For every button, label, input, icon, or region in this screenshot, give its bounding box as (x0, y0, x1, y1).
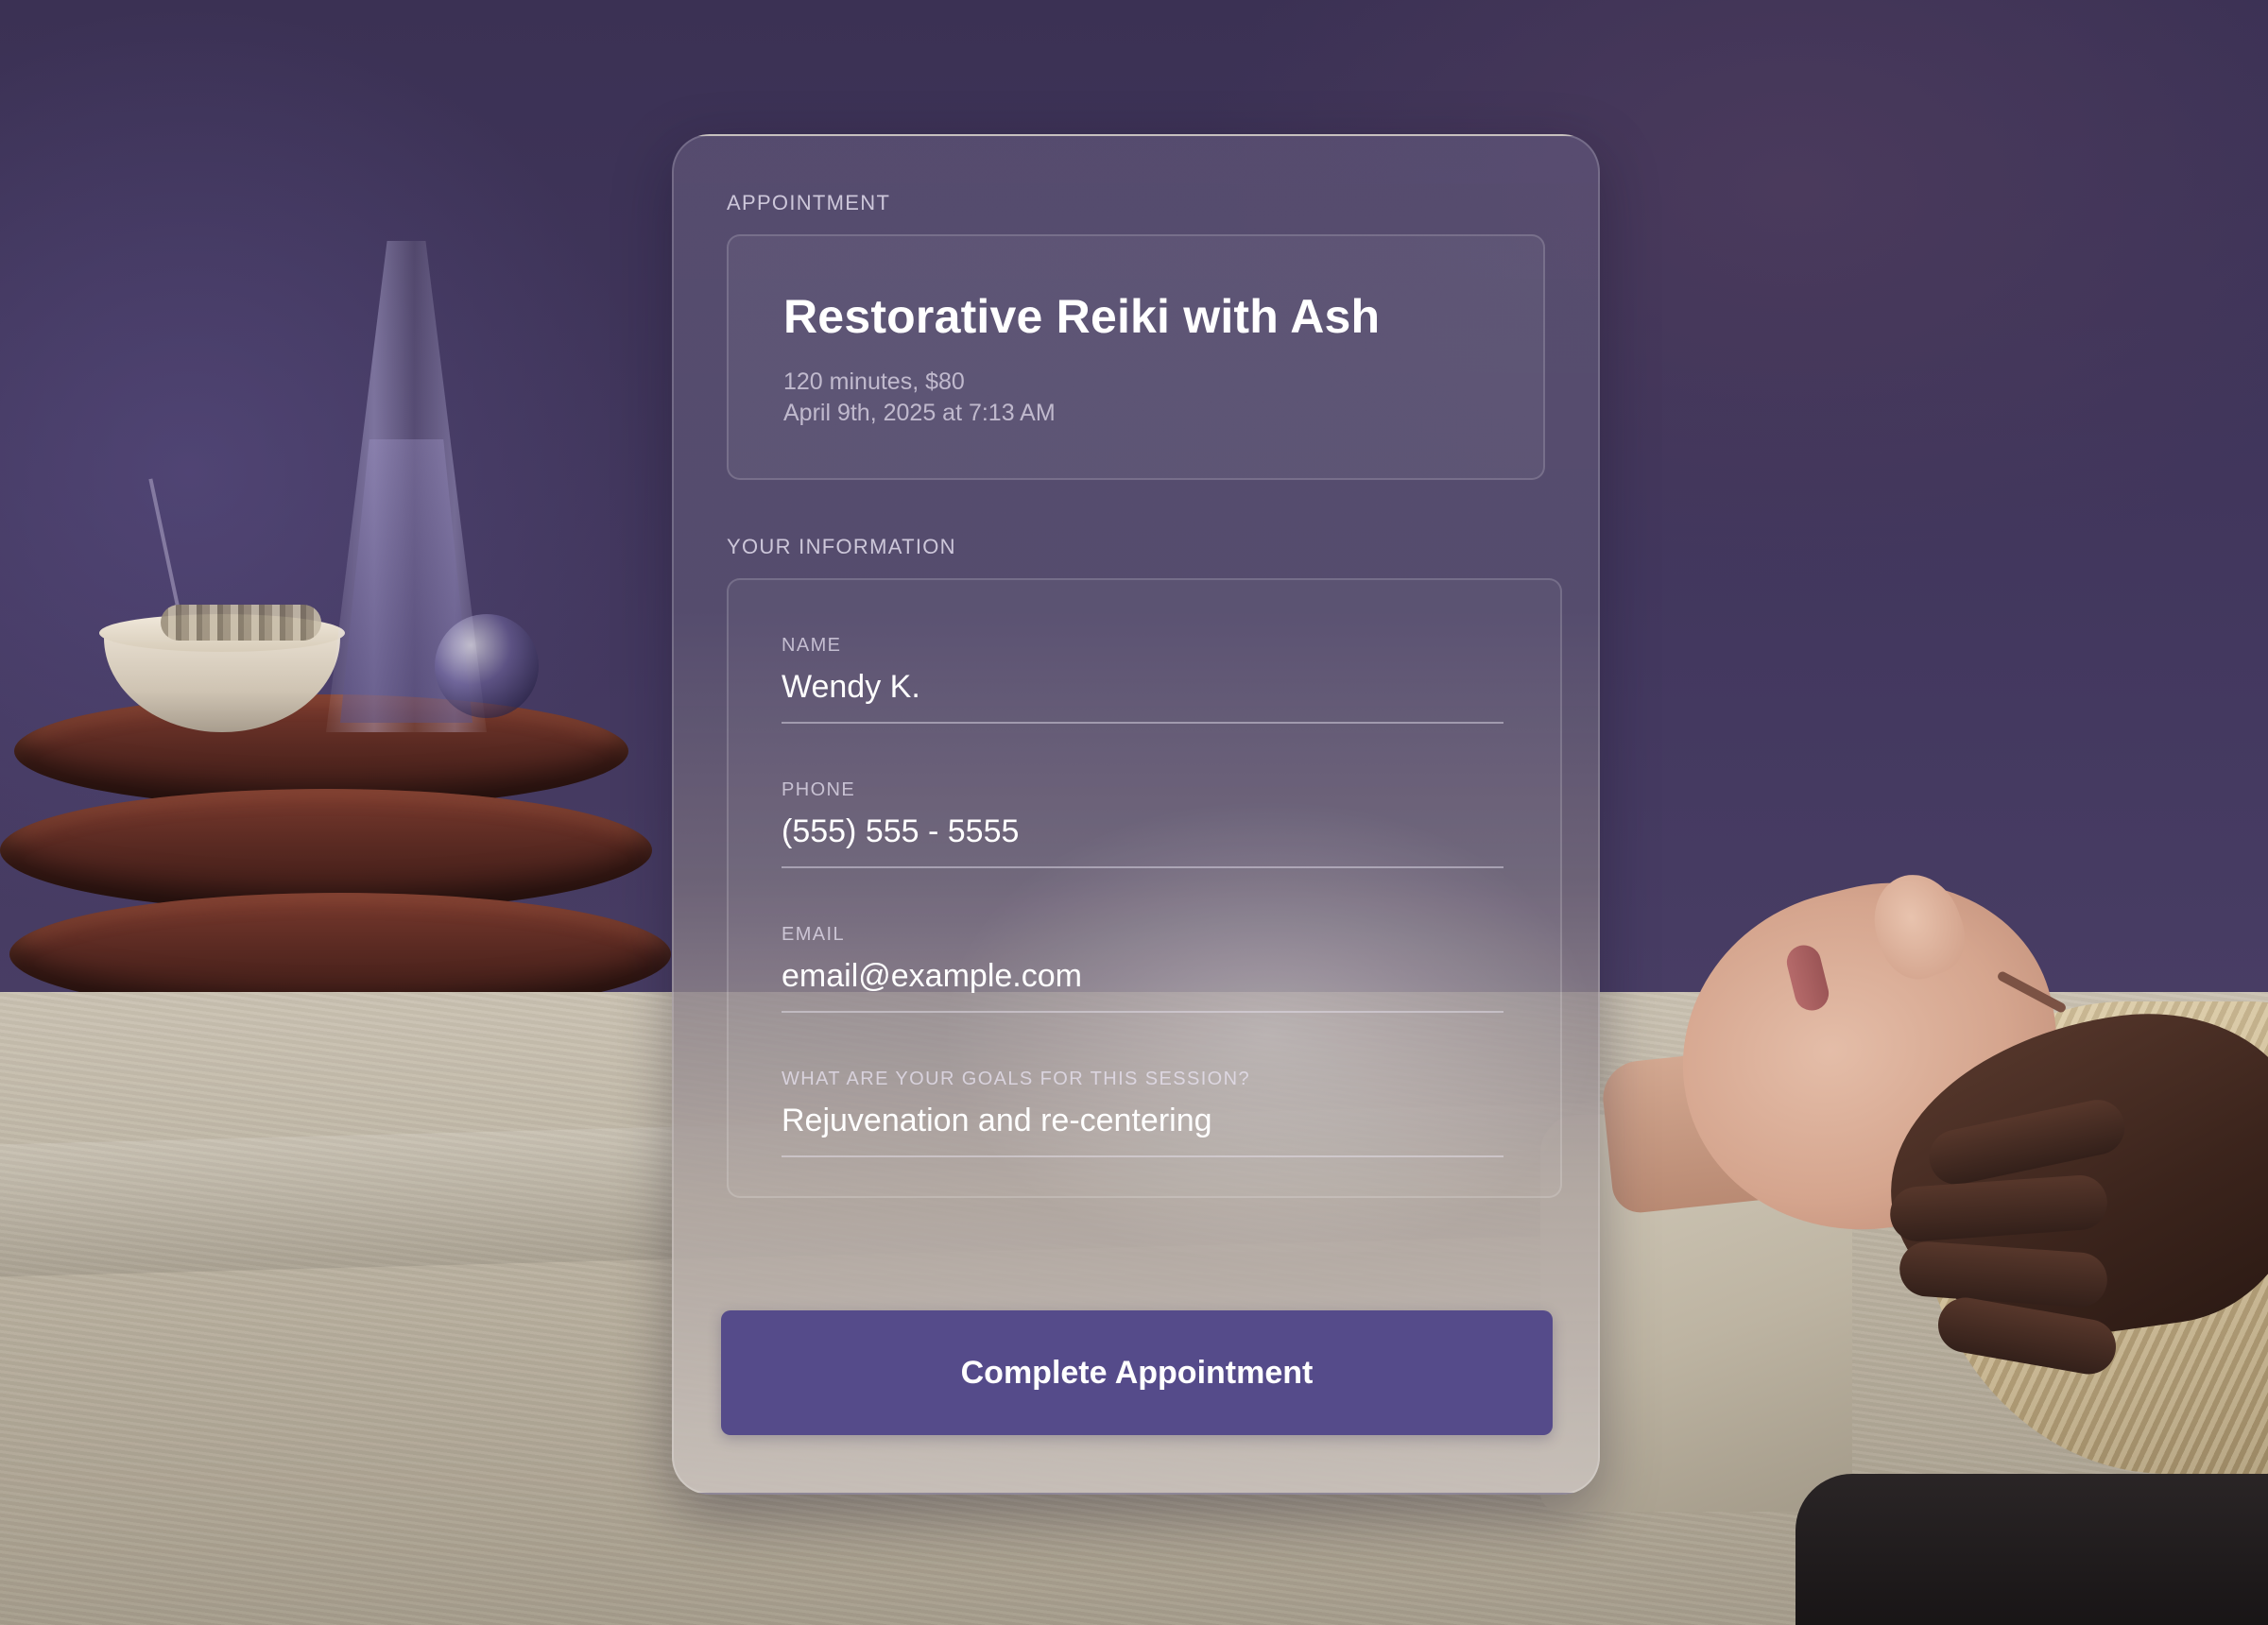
info-section-label: YOUR INFORMATION (727, 535, 956, 558)
appointment-duration-price: 120 minutes, $80 (783, 368, 965, 395)
information-form: NAME PHONE EMAIL WHAT ARE YOUR GOALS FOR… (727, 578, 1562, 1198)
complete-appointment-button[interactable]: Complete Appointment (721, 1310, 1553, 1435)
appointment-datetime: April 9th, 2025 at 7:13 AM (783, 400, 1056, 426)
appointment-section-label: APPOINTMENT (727, 191, 891, 214)
email-field: EMAIL (782, 924, 1503, 1022)
phone-label: PHONE (782, 779, 856, 800)
crystal-orb (435, 614, 539, 718)
goals-underline (782, 1155, 1503, 1157)
appointment-title: Restorative Reiki with Ash (783, 290, 1381, 343)
name-field: NAME (782, 635, 1503, 733)
phone-underline (782, 866, 1503, 868)
goals-field: WHAT ARE YOUR GOALS FOR THIS SESSION? (782, 1069, 1503, 1167)
herb-bundle (161, 605, 321, 641)
name-input[interactable] (782, 669, 1503, 706)
name-label: NAME (782, 635, 842, 656)
email-input[interactable] (782, 958, 1503, 995)
leather-cushion (1796, 1474, 2268, 1625)
booking-card: APPOINTMENT Restorative Reiki with Ash 1… (672, 134, 1600, 1495)
name-underline (782, 722, 1503, 724)
goals-input[interactable] (782, 1103, 1503, 1139)
phone-field: PHONE (782, 779, 1503, 878)
email-underline (782, 1011, 1503, 1013)
goals-label: WHAT ARE YOUR GOALS FOR THIS SESSION? (782, 1069, 1250, 1089)
email-label: EMAIL (782, 924, 846, 945)
appointment-summary: Restorative Reiki with Ash 120 minutes, … (727, 234, 1545, 480)
phone-input[interactable] (782, 813, 1503, 850)
